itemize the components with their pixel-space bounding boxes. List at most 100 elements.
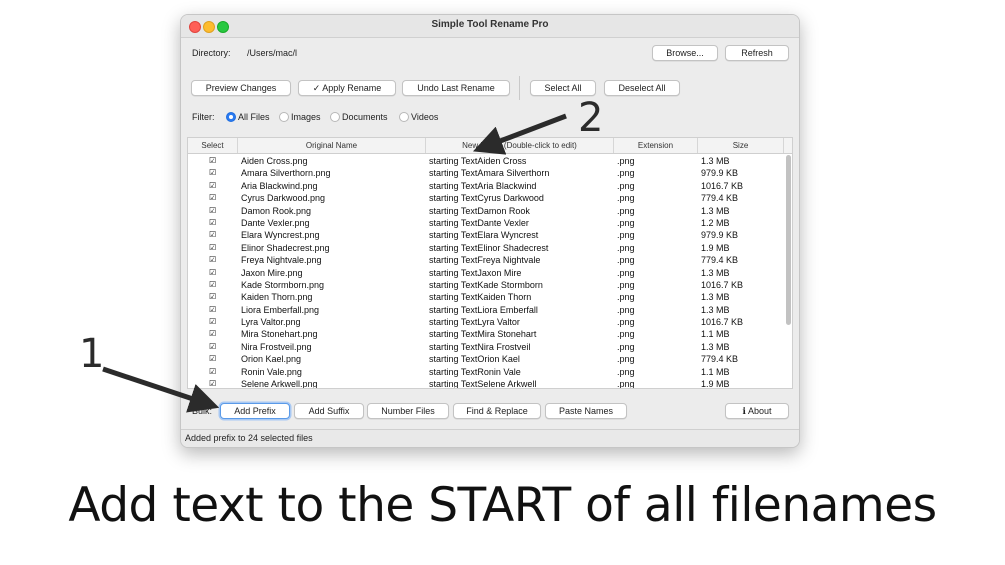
column-header-select[interactable]: Select bbox=[188, 138, 238, 153]
table-row[interactable]: ☑ Damon Rook.png starting TextDamon Rook .p… bbox=[188, 205, 784, 217]
table-scrollbar[interactable] bbox=[786, 155, 791, 325]
filter-all-label[interactable]: All Files bbox=[238, 112, 270, 122]
add-suffix-button[interactable]: Add Suffix bbox=[294, 403, 364, 419]
checkbox-checked-icon[interactable]: ☑ bbox=[209, 291, 216, 303]
new-name-cell[interactable]: starting TextAria Blackwind bbox=[429, 180, 536, 192]
new-name-cell[interactable]: starting TextMira Stonehart bbox=[429, 328, 536, 340]
new-name-cell[interactable]: starting TextJaxon Mire bbox=[429, 267, 521, 279]
table-row[interactable]: ☑ Mira Stonehart.png starting TextMira Sto… bbox=[188, 328, 784, 340]
table-row[interactable]: ☑ Kade Stormborn.png starting TextKade Sto… bbox=[188, 279, 784, 291]
size-cell: 1016.7 KB bbox=[701, 279, 744, 290]
checkbox-checked-icon[interactable]: ☑ bbox=[209, 155, 216, 167]
refresh-button[interactable]: Refresh bbox=[725, 45, 789, 61]
new-name-cell[interactable]: starting TextSelene Arkwell bbox=[429, 378, 536, 388]
table-row[interactable]: ☑ Amara Silverthorn.png starting TextAmara… bbox=[188, 167, 784, 179]
filter-videos-label[interactable]: Videos bbox=[411, 112, 438, 122]
filter-all-radio-icon[interactable] bbox=[226, 112, 236, 122]
select-all-button[interactable]: Select All bbox=[530, 80, 596, 96]
new-name-cell[interactable]: starting TextDante Vexler bbox=[429, 217, 529, 229]
checkbox-checked-icon[interactable]: ☑ bbox=[209, 279, 216, 291]
table-row[interactable]: ☑ Aria Blackwind.png starting TextAria Bla… bbox=[188, 180, 784, 192]
checkbox-checked-icon[interactable]: ☑ bbox=[209, 328, 216, 340]
size-cell: 779.4 KB bbox=[701, 255, 739, 266]
size-cell: 779.4 KB bbox=[701, 354, 739, 365]
checkbox-checked-icon[interactable]: ☑ bbox=[209, 378, 216, 388]
column-header-extension[interactable]: Extension bbox=[614, 138, 698, 153]
preview-changes-button[interactable]: Preview Changes bbox=[191, 80, 291, 96]
table-row[interactable]: ☑ Elara Wyncrest.png starting TextElara Wy… bbox=[188, 229, 784, 241]
column-header-original-name[interactable]: Original Name bbox=[238, 138, 426, 153]
table-row[interactable]: ☑ Ronin Vale.png starting TextRonin Vale .p… bbox=[188, 366, 784, 378]
size-cell: 1016.7 KB bbox=[701, 317, 744, 328]
filter-images-label[interactable]: Images bbox=[291, 112, 321, 122]
number-files-button[interactable]: Number Files bbox=[367, 403, 449, 419]
table-row[interactable]: ☑ Orion Kael.png starting TextOrion Kael .p… bbox=[188, 353, 784, 365]
filter-documents-label[interactable]: Documents bbox=[342, 112, 388, 122]
table-row[interactable]: ☑ Cyrus Darkwood.png starting TextCyrus Da… bbox=[188, 192, 784, 204]
new-name-cell[interactable]: starting TextElinor Shadecrest bbox=[429, 242, 548, 254]
size-cell: 979.9 KB bbox=[701, 168, 739, 179]
new-name-cell[interactable]: starting TextNira Frostveil bbox=[429, 341, 530, 353]
new-name-cell[interactable]: starting TextLyra Valtor bbox=[429, 316, 520, 328]
original-name-cell: Mira Stonehart.png bbox=[241, 329, 318, 340]
find-replace-button[interactable]: Find & Replace bbox=[453, 403, 541, 419]
checkbox-checked-icon[interactable]: ☑ bbox=[209, 229, 216, 241]
table-row[interactable]: ☑ Dante Vexler.png starting TextDante Vexl… bbox=[188, 217, 784, 229]
table-row[interactable]: ☑ Lyra Valtor.png starting TextLyra Valtor… bbox=[188, 316, 784, 328]
new-name-cell[interactable]: starting TextAiden Cross bbox=[429, 155, 526, 167]
new-name-cell[interactable]: starting TextFreya Nightvale bbox=[429, 254, 540, 266]
checkbox-checked-icon[interactable]: ☑ bbox=[209, 366, 216, 378]
paste-names-button[interactable]: Paste Names bbox=[545, 403, 627, 419]
new-name-cell[interactable]: starting TextLiora Emberfall bbox=[429, 304, 538, 316]
filter-documents-radio-icon[interactable] bbox=[330, 112, 340, 122]
table-row[interactable]: ☑ Elinor Shadecrest.png starting TextElino… bbox=[188, 242, 784, 254]
new-name-cell[interactable]: starting TextKaiden Thorn bbox=[429, 291, 531, 303]
table-row[interactable]: ☑ Selene Arkwell.png starting TextSelene A… bbox=[188, 378, 784, 389]
extension-cell: .png bbox=[617, 292, 635, 303]
checkbox-checked-icon[interactable]: ☑ bbox=[209, 341, 216, 353]
new-name-cell[interactable]: starting TextCyrus Darkwood bbox=[429, 192, 544, 204]
checkbox-checked-icon[interactable]: ☑ bbox=[209, 192, 216, 204]
undo-rename-button[interactable]: Undo Last Rename bbox=[402, 80, 510, 96]
checkbox-checked-icon[interactable]: ☑ bbox=[209, 205, 216, 217]
apply-rename-button[interactable]: ✓ Apply Rename bbox=[298, 80, 396, 96]
checkbox-checked-icon[interactable]: ☑ bbox=[209, 267, 216, 279]
column-header-size[interactable]: Size bbox=[698, 138, 784, 153]
table-row[interactable]: ☑ Freya Nightvale.png starting TextFreya N… bbox=[188, 254, 784, 266]
about-button[interactable]: ℹ About bbox=[725, 403, 789, 419]
table-row[interactable]: ☑ Aiden Cross.png starting TextAiden Cross… bbox=[188, 155, 784, 167]
checkbox-checked-icon[interactable]: ☑ bbox=[209, 304, 216, 316]
checkbox-checked-icon[interactable]: ☑ bbox=[209, 316, 216, 328]
filter-images-radio-icon[interactable] bbox=[279, 112, 289, 122]
table-row[interactable]: ☑ Kaiden Thorn.png starting TextKaiden Tho… bbox=[188, 291, 784, 303]
extension-cell: .png bbox=[617, 354, 635, 365]
checkbox-checked-icon[interactable]: ☑ bbox=[209, 353, 216, 365]
checkbox-checked-icon[interactable]: ☑ bbox=[209, 254, 216, 266]
file-table[interactable]: Select Original Name New Name (Double-cl… bbox=[187, 137, 793, 389]
original-name-cell: Nira Frostveil.png bbox=[241, 341, 312, 352]
filter-label: Filter: bbox=[192, 112, 215, 122]
add-prefix-button[interactable]: Add Prefix bbox=[220, 403, 290, 419]
table-row[interactable]: ☑ Jaxon Mire.png starting TextJaxon Mire .p… bbox=[188, 267, 784, 279]
new-name-cell[interactable]: starting TextKade Stormborn bbox=[429, 279, 543, 291]
new-name-cell[interactable]: starting TextRonin Vale bbox=[429, 366, 521, 378]
deselect-all-button[interactable]: Deselect All bbox=[604, 80, 680, 96]
checkbox-checked-icon[interactable]: ☑ bbox=[209, 180, 216, 192]
original-name-cell: Selene Arkwell.png bbox=[241, 379, 318, 389]
extension-cell: .png bbox=[617, 366, 635, 377]
checkbox-checked-icon[interactable]: ☑ bbox=[209, 167, 216, 179]
new-name-cell[interactable]: starting TextElara Wyncrest bbox=[429, 229, 538, 241]
checkbox-checked-icon[interactable]: ☑ bbox=[209, 217, 216, 229]
table-row[interactable]: ☑ Liora Emberfall.png starting TextLiora E… bbox=[188, 304, 784, 316]
size-cell: 1.1 MB bbox=[701, 366, 730, 377]
new-name-cell[interactable]: starting TextAmara Silverthorn bbox=[429, 167, 549, 179]
browse-button[interactable]: Browse... bbox=[652, 45, 718, 61]
bulk-label: Bulk: bbox=[192, 406, 213, 416]
table-row[interactable]: ☑ Nira Frostveil.png starting TextNira Fro… bbox=[188, 341, 784, 353]
filter-videos-radio-icon[interactable] bbox=[399, 112, 409, 122]
original-name-cell: Elinor Shadecrest.png bbox=[241, 242, 330, 253]
checkbox-checked-icon[interactable]: ☑ bbox=[209, 242, 216, 254]
new-name-cell[interactable]: starting TextDamon Rook bbox=[429, 205, 530, 217]
new-name-cell[interactable]: starting TextOrion Kael bbox=[429, 353, 520, 365]
extension-cell: .png bbox=[617, 156, 635, 166]
